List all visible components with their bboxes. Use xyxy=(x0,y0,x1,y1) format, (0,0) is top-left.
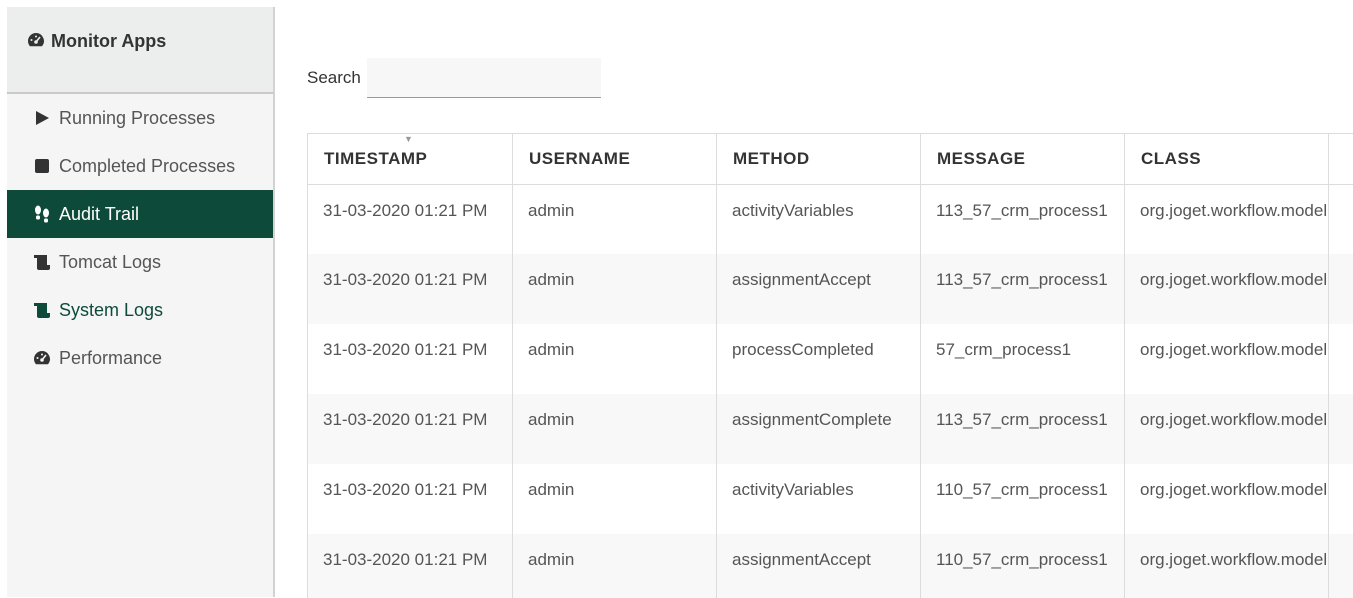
cell-message: 113_57_crm_process1 xyxy=(921,184,1125,254)
sidebar-header-label: Monitor Apps xyxy=(51,31,166,52)
column-header-extra xyxy=(1329,134,1353,184)
cell-extra xyxy=(1329,254,1353,324)
column-header-method[interactable]: METHOD xyxy=(717,134,921,184)
sidebar-item-audit-trail[interactable]: Audit Trail xyxy=(7,190,273,238)
cell-class: org.joget.workflow.model xyxy=(1125,534,1329,598)
cell-message: 113_57_crm_process1 xyxy=(921,394,1125,464)
cell-extra xyxy=(1329,184,1353,254)
cell-class: org.joget.workflow.model xyxy=(1125,324,1329,394)
cell-username: admin xyxy=(513,534,717,598)
play-icon xyxy=(33,109,51,127)
footsteps-icon xyxy=(33,205,51,223)
cell-message: 113_57_crm_process1 xyxy=(921,254,1125,324)
cell-extra xyxy=(1329,394,1353,464)
scroll-icon xyxy=(33,301,51,319)
sidebar-item-tomcat-logs[interactable]: Tomcat Logs xyxy=(7,238,273,286)
sidebar-menu: Running Processes Completed Processes Au… xyxy=(7,94,273,382)
dashboard-icon xyxy=(27,31,45,49)
sidebar-header[interactable]: Monitor Apps xyxy=(7,7,273,94)
sidebar-item-label: Completed Processes xyxy=(59,156,235,177)
cell-username: admin xyxy=(513,184,717,254)
cell-username: admin xyxy=(513,464,717,534)
column-header-username[interactable]: USERNAME xyxy=(513,134,717,184)
audit-trail-table: ▼TIMESTAMP USERNAME METHOD MESSAGE CLASS… xyxy=(307,133,1353,598)
sidebar: Monitor Apps Running Processes Completed… xyxy=(7,7,275,597)
cell-method: activityVariables xyxy=(717,464,921,534)
cell-class: org.joget.workflow.model xyxy=(1125,184,1329,254)
cell-username: admin xyxy=(513,394,717,464)
sidebar-item-completed-processes[interactable]: Completed Processes xyxy=(7,142,273,190)
dashboard-icon xyxy=(33,349,51,367)
sidebar-item-label: Tomcat Logs xyxy=(59,252,161,273)
table-row[interactable]: 31-03-2020 01:21 PM admin activityVariab… xyxy=(308,184,1353,254)
cell-method: assignmentAccept xyxy=(717,534,921,598)
sidebar-item-performance[interactable]: Performance xyxy=(7,334,273,382)
search-input[interactable] xyxy=(367,58,601,98)
cell-timestamp: 31-03-2020 01:21 PM xyxy=(308,184,513,254)
cell-timestamp: 31-03-2020 01:21 PM xyxy=(308,254,513,324)
cell-message: 110_57_crm_process1 xyxy=(921,534,1125,598)
cell-timestamp: 31-03-2020 01:21 PM xyxy=(308,534,513,598)
search-bar: Search xyxy=(307,58,601,98)
sidebar-item-label: Running Processes xyxy=(59,108,215,129)
sidebar-item-running-processes[interactable]: Running Processes xyxy=(7,94,273,142)
cell-timestamp: 31-03-2020 01:21 PM xyxy=(308,324,513,394)
table-row[interactable]: 31-03-2020 01:21 PM admin processComplet… xyxy=(308,324,1353,394)
scroll-icon xyxy=(33,253,51,271)
column-header-class[interactable]: CLASS xyxy=(1125,134,1329,184)
cell-class: org.joget.workflow.model xyxy=(1125,394,1329,464)
table-header-row: ▼TIMESTAMP USERNAME METHOD MESSAGE CLASS xyxy=(308,134,1353,184)
cell-username: admin xyxy=(513,254,717,324)
cell-timestamp: 31-03-2020 01:21 PM xyxy=(308,394,513,464)
cell-username: admin xyxy=(513,324,717,394)
cell-message: 57_crm_process1 xyxy=(921,324,1125,394)
cell-extra xyxy=(1329,534,1353,598)
cell-method: activityVariables xyxy=(717,184,921,254)
cell-method: assignmentComplete xyxy=(717,394,921,464)
sidebar-item-label: Performance xyxy=(59,348,162,369)
data-table: ▼TIMESTAMP USERNAME METHOD MESSAGE CLASS… xyxy=(307,134,1353,598)
sort-caret-icon: ▼ xyxy=(404,134,413,144)
cell-extra xyxy=(1329,464,1353,534)
table-row[interactable]: 31-03-2020 01:21 PM admin assignmentComp… xyxy=(308,394,1353,464)
cell-method: processCompleted xyxy=(717,324,921,394)
table-row[interactable]: 31-03-2020 01:21 PM admin activityVariab… xyxy=(308,464,1353,534)
table-row[interactable]: 31-03-2020 01:21 PM admin assignmentAcce… xyxy=(308,534,1353,598)
stop-icon xyxy=(33,157,51,175)
column-header-timestamp[interactable]: ▼TIMESTAMP xyxy=(308,134,513,184)
sidebar-item-label: System Logs xyxy=(59,300,163,321)
cell-extra xyxy=(1329,324,1353,394)
cell-class: org.joget.workflow.model xyxy=(1125,464,1329,534)
cell-class: org.joget.workflow.model xyxy=(1125,254,1329,324)
cell-message: 110_57_crm_process1 xyxy=(921,464,1125,534)
cell-method: assignmentAccept xyxy=(717,254,921,324)
column-header-message[interactable]: MESSAGE xyxy=(921,134,1125,184)
table-row[interactable]: 31-03-2020 01:21 PM admin assignmentAcce… xyxy=(308,254,1353,324)
cell-timestamp: 31-03-2020 01:21 PM xyxy=(308,464,513,534)
sidebar-item-system-logs[interactable]: System Logs xyxy=(7,286,273,334)
sidebar-item-label: Audit Trail xyxy=(59,204,139,225)
search-label: Search xyxy=(307,68,361,88)
